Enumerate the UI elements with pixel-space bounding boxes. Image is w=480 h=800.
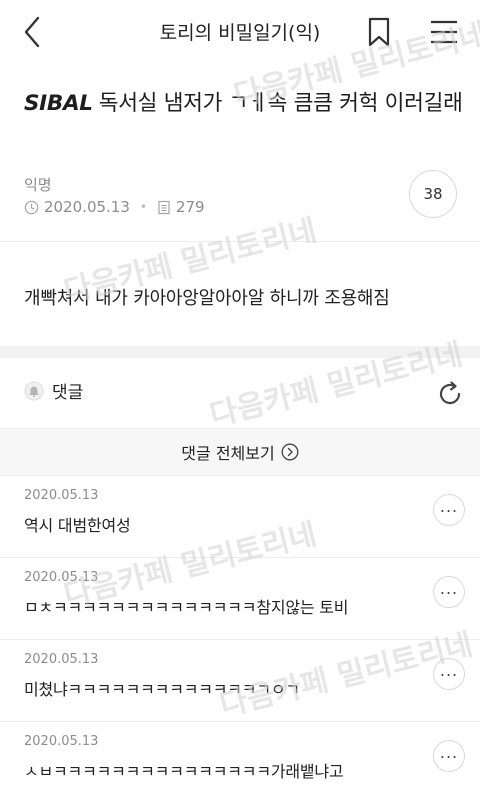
view-all-label: 댓글 전체보기 [181,444,275,463]
view-all-comments-button[interactable]: 댓글 전체보기 [0,428,480,476]
comment-more-button[interactable]: ... [433,576,465,608]
chevron-right-circle-icon [281,443,299,461]
comment-text: 역시 대범한여성 [24,516,131,535]
comments-label: 댓글 [52,383,84,403]
comment-more-button[interactable]: ... [433,494,465,526]
refresh-icon[interactable] [436,380,464,408]
comment-item: 2020.05.13 ㅁㅊㅋㅋㅋㅋㅋㅋㅋㅋㅋㅋㅋㅋㅋㅋ참지않는 토비 ... [0,558,480,640]
comment-text: ㅅㅂㅋㅋㅋㅋㅋㅋㅋㅋㅋㅋㅋㅋㅋㅋㅋ가래뱉냐고 [24,762,344,781]
comments-header: 댓글 [24,378,83,403]
comment-date: 2020.05.13 [24,734,99,749]
menu-icon[interactable] [428,18,460,46]
comment-item: 2020.05.13 ㅅㅂㅋㅋㅋㅋㅋㅋㅋㅋㅋㅋㅋㅋㅋㅋㅋ가래뱉냐고 ... [0,722,480,800]
post-meta: 2020.05.13 • 279 [24,198,205,216]
post-date: 2020.05.13 [44,198,130,216]
post-title-tag: SIBAL [24,91,93,116]
comment-date: 2020.05.13 [24,488,99,503]
comment-date: 2020.05.13 [24,652,99,667]
post-title: SIBAL 독서실 냄저가 ㄱㅔ속 큼큼 커헉 이러길래 [24,86,464,122]
comment-text: 미쳤냐ㅋㅋㅋㅋㅋㅋㅋㅋㅋㅋㅋㅋㅋㄱㅇㄱ [24,680,300,699]
comment-more-button[interactable]: ... [433,658,465,690]
post-author: 익명 [24,176,52,194]
comment-text: ㅁㅊㅋㅋㅋㅋㅋㅋㅋㅋㅋㅋㅋㅋㅋㅋ참지않는 토비 [24,598,349,617]
divider [0,241,480,242]
post-title-text: 독서실 냄저가 ㄱㅔ속 큼큼 커헉 이러길래 [98,91,463,116]
cafe-board-title: 토리의 비밀일기(익) [159,22,321,44]
post-body: 개빡쳐서 내가 카아아앙알아아알 하니까 조용해짐 [24,288,390,309]
bookmark-icon[interactable] [364,16,394,48]
section-gap [0,346,480,358]
app-header: 토리의 비밀일기(익) [0,0,480,64]
views-icon [158,200,170,214]
comment-item: 2020.05.13 미쳤냐ㅋㅋㅋㅋㅋㅋㅋㅋㅋㅋㅋㅋㅋㄱㅇㄱ ... [0,640,480,722]
bell-icon[interactable] [24,381,44,401]
comment-more-button[interactable]: ... [433,740,465,772]
back-icon[interactable] [18,14,48,50]
meta-separator: • [139,200,147,214]
comment-item: 2020.05.13 역시 대범한여성 ... [0,476,480,558]
comment-count-button[interactable]: 38 [409,170,457,218]
clock-icon [24,200,39,214]
comment-date: 2020.05.13 [24,570,99,585]
post-views: 279 [175,198,205,216]
